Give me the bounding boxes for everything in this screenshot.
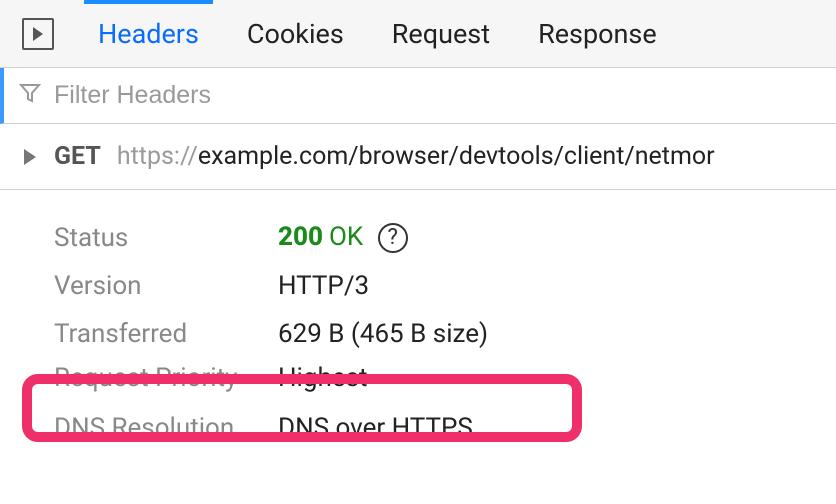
row-dns-resolution: DNS Resolution DNS over HTTPS xyxy=(0,404,836,452)
status-text: OK xyxy=(329,222,363,252)
value-version: HTTP/3 xyxy=(278,273,369,299)
tab-cookies[interactable]: Cookies xyxy=(243,0,348,68)
status-code: 200 xyxy=(278,222,323,252)
request-summary-row[interactable]: GET https://example.com/browser/devtools… xyxy=(0,124,836,190)
request-url: https://example.com/browser/devtools/cli… xyxy=(117,142,715,171)
disclosure-triangle-icon[interactable] xyxy=(24,149,36,165)
row-status: Status 200OK ? xyxy=(0,214,836,262)
label-version: Version xyxy=(54,273,278,299)
value-status: 200OK ? xyxy=(278,223,408,253)
label-status: Status xyxy=(54,225,278,251)
row-transferred: Transferred 629 B (465 B size) xyxy=(0,310,836,358)
row-request-priority: Request Priority Highest xyxy=(0,358,836,398)
filter-bar xyxy=(0,68,836,124)
help-icon[interactable]: ? xyxy=(378,223,408,253)
value-request-priority: Highest xyxy=(278,365,368,391)
label-request-priority: Request Priority xyxy=(54,365,278,391)
label-transferred: Transferred xyxy=(54,321,278,347)
tab-request[interactable]: Request xyxy=(388,0,494,68)
tab-headers[interactable]: Headers xyxy=(94,0,203,68)
value-transferred: 629 B (465 B size) xyxy=(278,321,488,347)
request-url-protocol: https:// xyxy=(117,142,198,171)
filter-headers-input[interactable] xyxy=(52,80,652,111)
toggle-pane-icon[interactable] xyxy=(22,18,54,50)
tab-response[interactable]: Response xyxy=(534,0,661,68)
row-version: Version HTTP/3 xyxy=(0,262,836,310)
headers-details: Status 200OK ? Version HTTP/3 Transferre… xyxy=(0,190,836,452)
value-dns-resolution: DNS over HTTPS xyxy=(278,415,473,441)
label-dns-resolution: DNS Resolution xyxy=(54,415,278,441)
request-method: GET xyxy=(54,142,101,171)
funnel-icon xyxy=(18,81,42,111)
request-url-path: example.com/browser/devtools/client/netm… xyxy=(198,142,715,171)
panel-tabs: Headers Cookies Request Response xyxy=(0,0,836,68)
